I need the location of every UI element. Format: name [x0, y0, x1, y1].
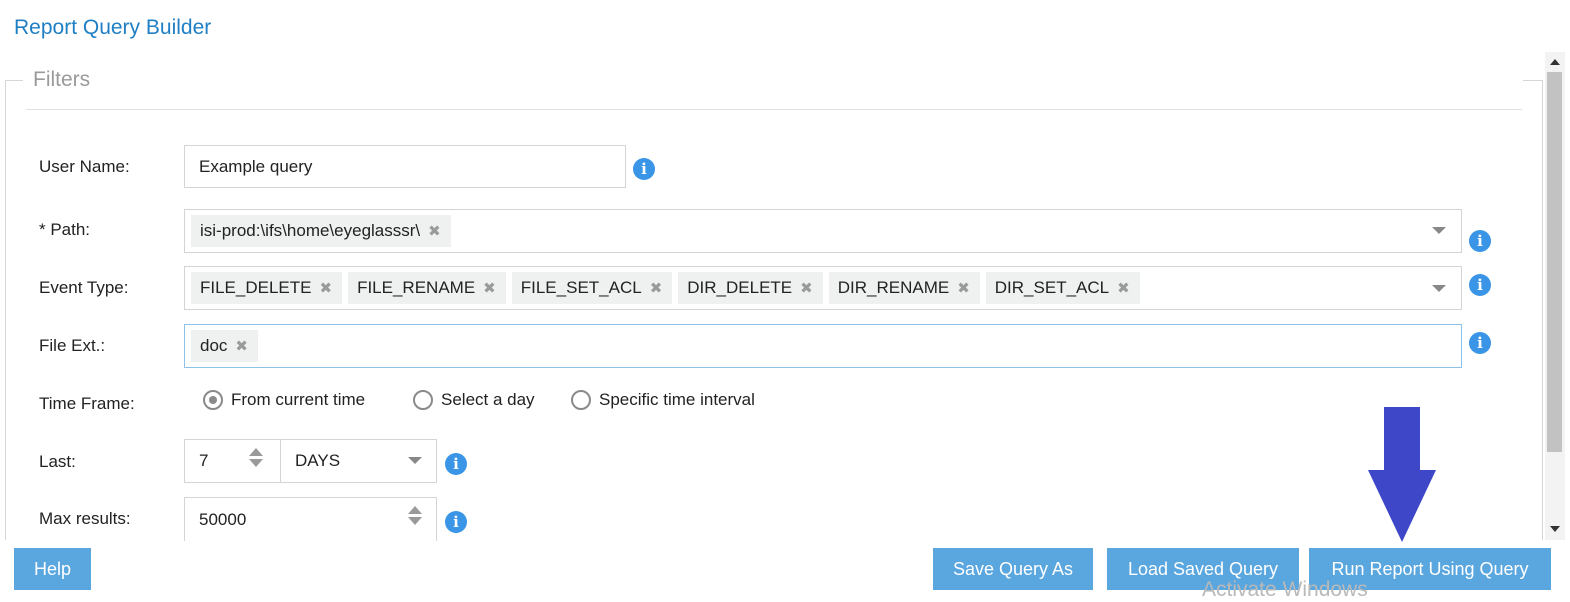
page-title: Report Query Builder [14, 16, 212, 39]
help-button[interactable]: Help [14, 548, 91, 590]
event-type-tag: FILE_DELETE ✖ [191, 272, 343, 304]
info-icon[interactable]: i [633, 158, 655, 180]
info-icon[interactable]: i [1469, 274, 1491, 296]
radio-label: Specific time interval [599, 390, 755, 409]
event-type-select[interactable]: FILE_DELETE ✖ FILE_RENAME ✖ FILE_SET_ACL ✖ … [184, 266, 1462, 310]
max-results-value: 50000 [199, 509, 247, 529]
tag-label: DIR_SET_ACL [994, 278, 1110, 297]
annotation-arrow-head [1368, 470, 1436, 542]
info-icon[interactable]: i [1469, 332, 1491, 354]
user-name-input[interactable]: Example query [184, 145, 626, 188]
last-label: Last: [39, 452, 76, 471]
scroll-up-icon[interactable] [1550, 59, 1560, 65]
fieldset-border [5, 80, 23, 81]
scroll-down-icon[interactable] [1550, 526, 1560, 532]
radio-label: From current time [231, 390, 366, 409]
radio-select-a-day[interactable]: Select a day [413, 390, 535, 410]
path-label: * Path: [39, 220, 91, 239]
radio-specific-time-interval[interactable]: Specific time interval [571, 390, 755, 410]
remove-tag-icon[interactable]: ✖ [320, 279, 333, 297]
radio-checked-icon[interactable] [203, 390, 223, 410]
remove-tag-icon[interactable]: ✖ [800, 279, 813, 297]
event-type-tag: FILE_RENAME ✖ [348, 272, 506, 304]
info-icon[interactable]: i [445, 453, 467, 475]
tag-label: doc [200, 336, 228, 355]
info-icon[interactable]: i [1469, 230, 1491, 252]
event-type-tag: DIR_SET_ACL ✖ [985, 272, 1140, 304]
tag-label: FILE_RENAME [357, 278, 476, 297]
radio-unchecked-icon[interactable] [413, 390, 433, 410]
remove-tag-icon[interactable]: ✖ [957, 279, 970, 297]
user-name-value: Example query [199, 156, 313, 176]
tag-label: DIR_RENAME [837, 278, 950, 297]
event-type-label: Event Type: [39, 278, 129, 297]
annotation-arrow [1384, 407, 1420, 477]
chevron-down-icon[interactable] [1432, 285, 1446, 292]
remove-tag-icon[interactable]: ✖ [650, 279, 663, 297]
vertical-scrollbar[interactable] [1545, 52, 1565, 540]
tag-label: FILE_DELETE [200, 278, 312, 297]
tag-label: isi-prod:\ifs\home\eyeglasssr\ [200, 221, 421, 240]
divider [26, 109, 1522, 110]
chevron-down-icon[interactable] [408, 457, 422, 464]
event-type-tag: FILE_SET_ACL ✖ [511, 272, 673, 304]
remove-tag-icon[interactable]: ✖ [483, 279, 496, 297]
tag-label: FILE_SET_ACL [520, 278, 642, 297]
tag-label: DIR_DELETE [687, 278, 793, 297]
last-number-input[interactable]: 7 [184, 439, 281, 483]
radio-from-current-time[interactable]: From current time [203, 390, 365, 410]
save-query-as-button[interactable]: Save Query As [933, 548, 1093, 590]
info-icon[interactable]: i [445, 511, 467, 533]
scroll-thumb[interactable] [1547, 72, 1562, 452]
filters-legend: Filters [33, 68, 91, 91]
file-ext-tag: doc ✖ [191, 330, 258, 362]
time-frame-label: Time Frame: [39, 394, 135, 413]
event-type-tag: DIR_DELETE ✖ [678, 272, 823, 304]
user-name-label: User Name: [39, 157, 130, 176]
spinner-arrows-icon[interactable] [249, 448, 263, 467]
file-ext-label: File Ext.: [39, 336, 106, 355]
file-ext-input[interactable]: doc ✖ [184, 324, 1462, 368]
activate-windows-watermark: Activate Windows [1202, 578, 1368, 601]
path-tag: isi-prod:\ifs\home\eyeglasssr\ ✖ [191, 215, 451, 247]
max-results-input[interactable]: 50000 [184, 497, 437, 541]
event-type-tag: DIR_RENAME ✖ [828, 272, 980, 304]
remove-tag-icon[interactable]: ✖ [235, 337, 248, 355]
fieldset-border [1523, 80, 1543, 81]
radio-label: Select a day [441, 390, 535, 409]
chevron-down-icon[interactable] [1432, 227, 1446, 234]
path-select[interactable]: isi-prod:\ifs\home\eyeglasssr\ ✖ [184, 209, 1462, 253]
last-value: 7 [199, 451, 209, 470]
remove-tag-icon[interactable]: ✖ [428, 222, 441, 240]
spinner-arrows-icon[interactable] [408, 506, 422, 525]
max-results-label: Max results: [39, 509, 131, 528]
radio-unchecked-icon[interactable] [571, 390, 591, 410]
remove-tag-icon[interactable]: ✖ [1117, 279, 1130, 297]
last-unit-value: DAYS [295, 451, 341, 470]
